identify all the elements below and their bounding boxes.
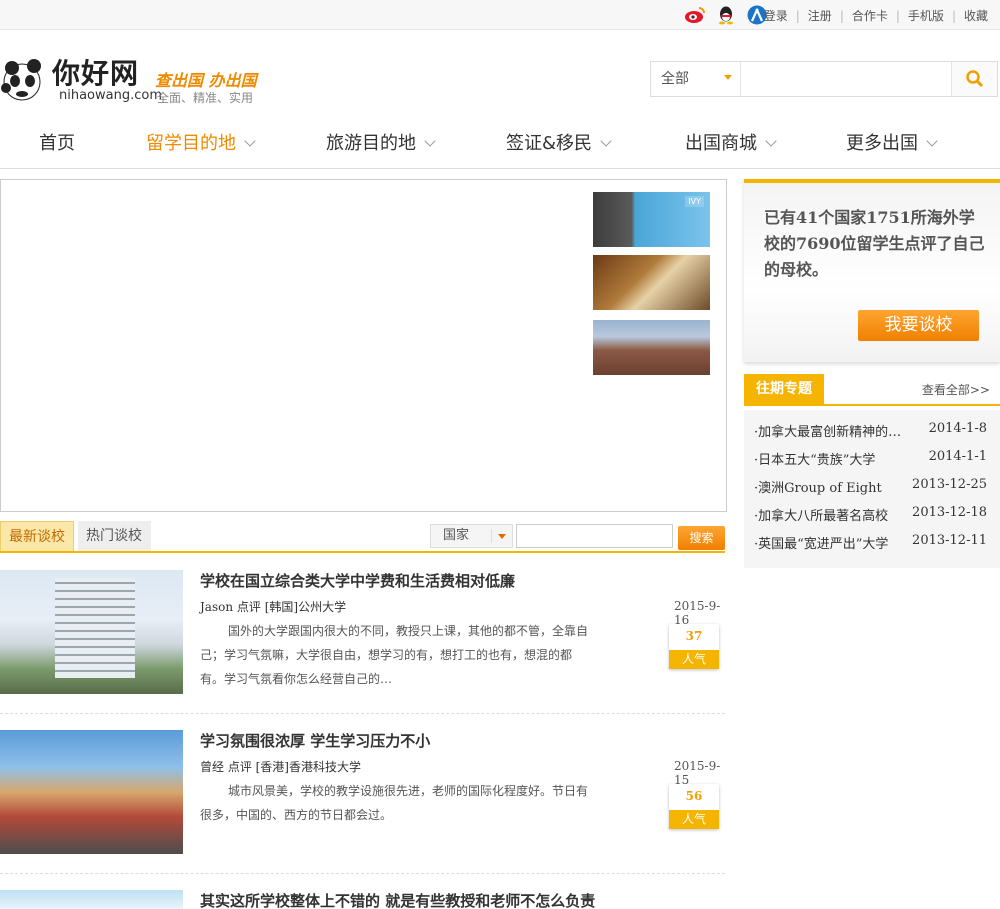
banner-thumbnail[interactable] bbox=[593, 255, 710, 310]
topic-date: 2014-1-8 bbox=[928, 421, 987, 436]
qq-icon[interactable] bbox=[715, 5, 737, 25]
nav-label: 留学目的地 bbox=[146, 133, 236, 154]
review-body: 城市风景美，学校的教学设施很先进，老师的国际化程度好。节日有很多，中国的、西方的… bbox=[200, 784, 589, 822]
nav-label: 出国商城 bbox=[685, 133, 757, 154]
topics-heading: 往期专题 bbox=[744, 374, 824, 404]
banner-thumbnail[interactable]: IVY bbox=[593, 192, 710, 247]
banner-slider: IVY bbox=[0, 179, 727, 512]
nav-item-home[interactable]: 首页 bbox=[39, 129, 75, 155]
divider bbox=[0, 873, 725, 874]
divider bbox=[0, 713, 725, 714]
mobile-link[interactable]: 手机版 bbox=[900, 7, 952, 24]
promo-text: 已有41个国家1751所海外学校的7690位留学生点评了自己的母校。 bbox=[764, 208, 985, 279]
review-title[interactable]: 学校在国立综合类大学中学费和生活费相对低廉 bbox=[200, 570, 515, 591]
review-title[interactable]: 学习氛围很浓厚 学生学习压力不小 bbox=[200, 730, 430, 751]
popularity-label: 人气 bbox=[669, 650, 719, 669]
topic-title: ·加拿大八所最著名高校 bbox=[754, 509, 889, 524]
review-date: 2015-9-15 bbox=[674, 759, 721, 787]
write-review-button[interactable]: 我要谈校 bbox=[858, 310, 979, 341]
list-item[interactable]: ·日本五大“贵族”大学 2014-1-1 bbox=[754, 449, 990, 469]
popularity-badge: 56 人气 bbox=[669, 784, 719, 829]
search-scope-select[interactable]: 全部 bbox=[651, 62, 741, 96]
logo-name: 你好网 bbox=[52, 57, 140, 90]
country-select[interactable]: 国家 bbox=[430, 524, 513, 548]
weibo-icon[interactable] bbox=[684, 5, 706, 25]
topic-date: 2013-12-11 bbox=[912, 533, 987, 548]
list-item[interactable]: ·英国最“宽进严出”大学 2013-12-11 bbox=[754, 533, 990, 553]
nav-item-more[interactable]: 更多出国 bbox=[846, 129, 938, 155]
nav-item-travel-destinations[interactable]: 旅游目的地 bbox=[326, 129, 436, 155]
list-item[interactable]: ·澳洲Group of Eight 2013-12-25 bbox=[754, 477, 990, 497]
chevron-down-icon bbox=[600, 135, 612, 147]
nav-label: 签证&移民 bbox=[506, 133, 593, 154]
tab-hot[interactable]: 热门谈校 bbox=[78, 521, 151, 551]
topics-header: 往期专题 查看全部>> bbox=[744, 374, 1000, 406]
site-search: 全部 bbox=[650, 61, 998, 97]
site-logo[interactable]: 你好网 查出国 办出国 nihaowang.com 全面、精准、实用 bbox=[0, 52, 270, 106]
main-nav: 首页 留学目的地 旅游目的地 签证&移民 出国商城 更多出国 bbox=[0, 115, 1000, 169]
partner-card-link[interactable]: 合作卡 bbox=[844, 7, 896, 24]
search-icon bbox=[966, 70, 984, 88]
logo-slogan: 查出国 办出国 bbox=[155, 71, 257, 90]
popularity-count: 56 bbox=[685, 789, 703, 803]
view-all-link[interactable]: 查看全部>> bbox=[922, 381, 990, 398]
chevron-down-icon bbox=[424, 135, 436, 147]
search-button[interactable] bbox=[951, 62, 997, 96]
chevron-down-icon bbox=[765, 135, 777, 147]
nav-label: 首页 bbox=[39, 133, 75, 154]
logo-tagline: 全面、精准、实用 bbox=[157, 91, 254, 105]
review-meta: Jason 点评 [韩国]公州大学 bbox=[200, 600, 347, 614]
logo-domain: nihaowang.com bbox=[59, 88, 162, 103]
school-photo[interactable] bbox=[0, 890, 183, 909]
top-bar: 登录 | 注册 | 合作卡 | 手机版 | 收藏 bbox=[0, 0, 1000, 30]
review-title[interactable]: 其实这所学校整体上不错的 就是有些教授和老师不怎么负责 bbox=[200, 890, 595, 909]
topic-title: ·澳洲Group of Eight bbox=[754, 481, 882, 496]
school-photo[interactable] bbox=[0, 730, 183, 854]
banner-thumbnail[interactable] bbox=[593, 320, 710, 375]
keyword-input[interactable] bbox=[516, 524, 673, 548]
topic-title: ·加拿大最富创新精神的大学 bbox=[754, 425, 904, 440]
chevron-down-icon bbox=[244, 135, 256, 147]
ivy-badge-icon: IVY bbox=[685, 196, 704, 207]
review-meta: 曾经 点评 [香港]香港科技大学 bbox=[200, 760, 361, 774]
review-body: 国外的大学跟国内很大的不同，教授只上课，其他的都不管，全靠自己；学习气氛嘛，大学… bbox=[200, 624, 589, 686]
popularity-badge: 37 人气 bbox=[669, 624, 719, 669]
topic-title: ·日本五大“贵族”大学 bbox=[754, 453, 876, 468]
chevron-down-icon bbox=[724, 75, 732, 80]
topic-date: 2013-12-18 bbox=[912, 505, 987, 520]
divider bbox=[491, 529, 492, 543]
topic-date: 2013-12-25 bbox=[912, 477, 987, 492]
list-item[interactable]: ·加拿大最富创新精神的大学 2014-1-8 bbox=[754, 421, 990, 441]
review-date: 2015-9-16 bbox=[674, 599, 721, 627]
account-links: 登录 | 注册 | 合作卡 | 手机版 | 收藏 bbox=[756, 7, 996, 24]
nav-item-shop[interactable]: 出国商城 bbox=[685, 129, 777, 155]
popularity-count: 37 bbox=[685, 629, 703, 643]
country-select-value: 国家 bbox=[443, 528, 470, 543]
register-link[interactable]: 注册 bbox=[800, 7, 840, 24]
school-photo[interactable] bbox=[0, 570, 183, 694]
favorite-link[interactable]: 收藏 bbox=[956, 7, 996, 24]
chevron-down-icon bbox=[926, 135, 938, 147]
nav-item-study-destinations[interactable]: 留学目的地 bbox=[146, 129, 256, 155]
tab-latest[interactable]: 最新谈校 bbox=[0, 521, 74, 551]
list-item[interactable]: ·加拿大八所最著名高校 2013-12-18 bbox=[754, 505, 990, 525]
nav-label: 更多出国 bbox=[846, 133, 918, 154]
review-promo-panel: 已有41个国家1751所海外学校的7690位留学生点评了自己的母校。 我要谈校 bbox=[744, 179, 1000, 362]
nav-item-visa-immigration[interactable]: 签证&移民 bbox=[506, 129, 612, 155]
popularity-label: 人气 bbox=[669, 810, 719, 829]
login-link[interactable]: 登录 bbox=[756, 7, 796, 24]
nav-label: 旅游目的地 bbox=[326, 133, 416, 154]
topics-list: ·加拿大最富创新精神的大学 2014-1-8 ·日本五大“贵族”大学 2014-1-… bbox=[744, 410, 1000, 568]
review-tabs: 最新谈校 热门谈校 国家 搜索 bbox=[0, 521, 725, 553]
topic-title: ·英国最“宽进严出”大学 bbox=[754, 537, 889, 552]
search-scope-value: 全部 bbox=[661, 71, 689, 87]
panda-logo-icon bbox=[1, 59, 41, 101]
search-reviews-button[interactable]: 搜索 bbox=[678, 526, 725, 550]
chevron-down-icon bbox=[498, 534, 506, 539]
topic-date: 2014-1-1 bbox=[928, 449, 987, 464]
search-input[interactable] bbox=[743, 64, 951, 94]
